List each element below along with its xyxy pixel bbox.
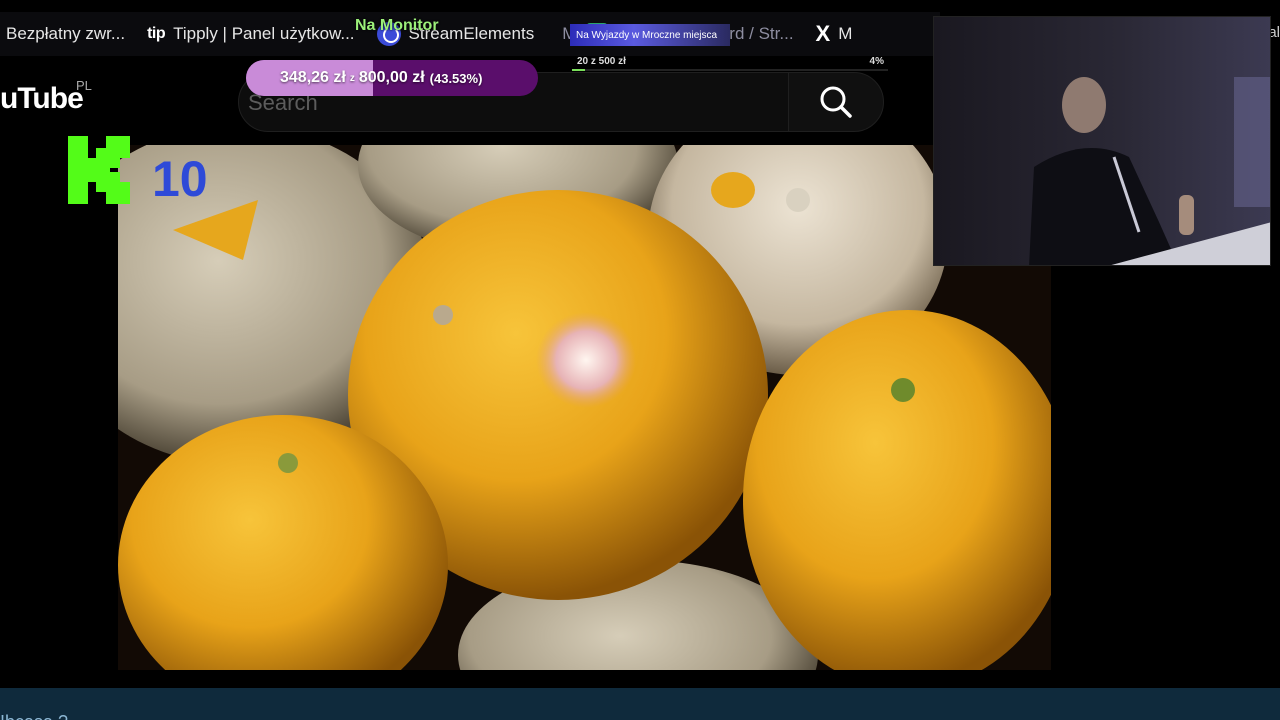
secondary-goal-percent: 4% xyxy=(869,56,884,67)
donation-target: 800,00 zł xyxy=(358,69,425,86)
donation-current: 348,26 zł xyxy=(280,69,346,86)
search-button[interactable] xyxy=(788,72,884,132)
kick-viewer-count: 10 xyxy=(152,151,208,207)
bookmark-bezplatny[interactable]: Bezpłatny zwr... xyxy=(6,24,125,44)
search-icon xyxy=(820,86,852,118)
bookmark-tipply[interactable]: tip Tipply | Panel użytkow... xyxy=(147,24,354,44)
x-icon: X xyxy=(815,21,831,46)
donation-goal-bar: 348,26 zł z 800,00 zł (43.53%) xyxy=(246,60,538,96)
youtube-logo[interactable]: uTube xyxy=(0,82,84,116)
donation-percent: (43.53%) xyxy=(429,70,483,86)
donation-goal-text: 348,26 zł z 800,00 zł (43.53%) xyxy=(246,60,538,96)
bookmark-label: M xyxy=(838,24,853,43)
ticker-banner: Na Wyjazdy w Mroczne miejsca xyxy=(570,24,730,46)
secondary-goal: 20 z 500 zł 4% xyxy=(572,55,888,71)
secondary-goal-text: 20 z 500 zł xyxy=(577,56,626,67)
video-player[interactable] xyxy=(118,145,1051,670)
bottom-command-text: !bcasa ? xyxy=(0,712,68,720)
donation-separator: z xyxy=(349,72,355,84)
overlay-title: Na Monitor xyxy=(355,17,439,34)
bottom-bar xyxy=(0,688,1280,720)
youtube-region-label: PL xyxy=(76,78,92,93)
kick-logo-icon xyxy=(68,136,130,204)
bookmark-label: Tipply | Panel użytkow... xyxy=(173,24,355,43)
secondary-goal-track xyxy=(572,69,888,71)
bookmark-label: Bezpłatny zwr... xyxy=(6,24,126,43)
video-frame-oranges xyxy=(118,145,1051,670)
secondary-goal-fill xyxy=(572,69,585,71)
webcam-feed xyxy=(934,17,1270,265)
bookmarks-bar: Bezpłatny zwr... tip Tipply | Panel użyt… xyxy=(0,12,940,56)
tip-icon: tip xyxy=(147,25,166,42)
ticker-text: Na Wyjazdy w Mroczne miejsca xyxy=(576,29,718,41)
bookmark-x[interactable]: X M xyxy=(816,21,853,47)
webcam-overlay xyxy=(933,16,1271,266)
